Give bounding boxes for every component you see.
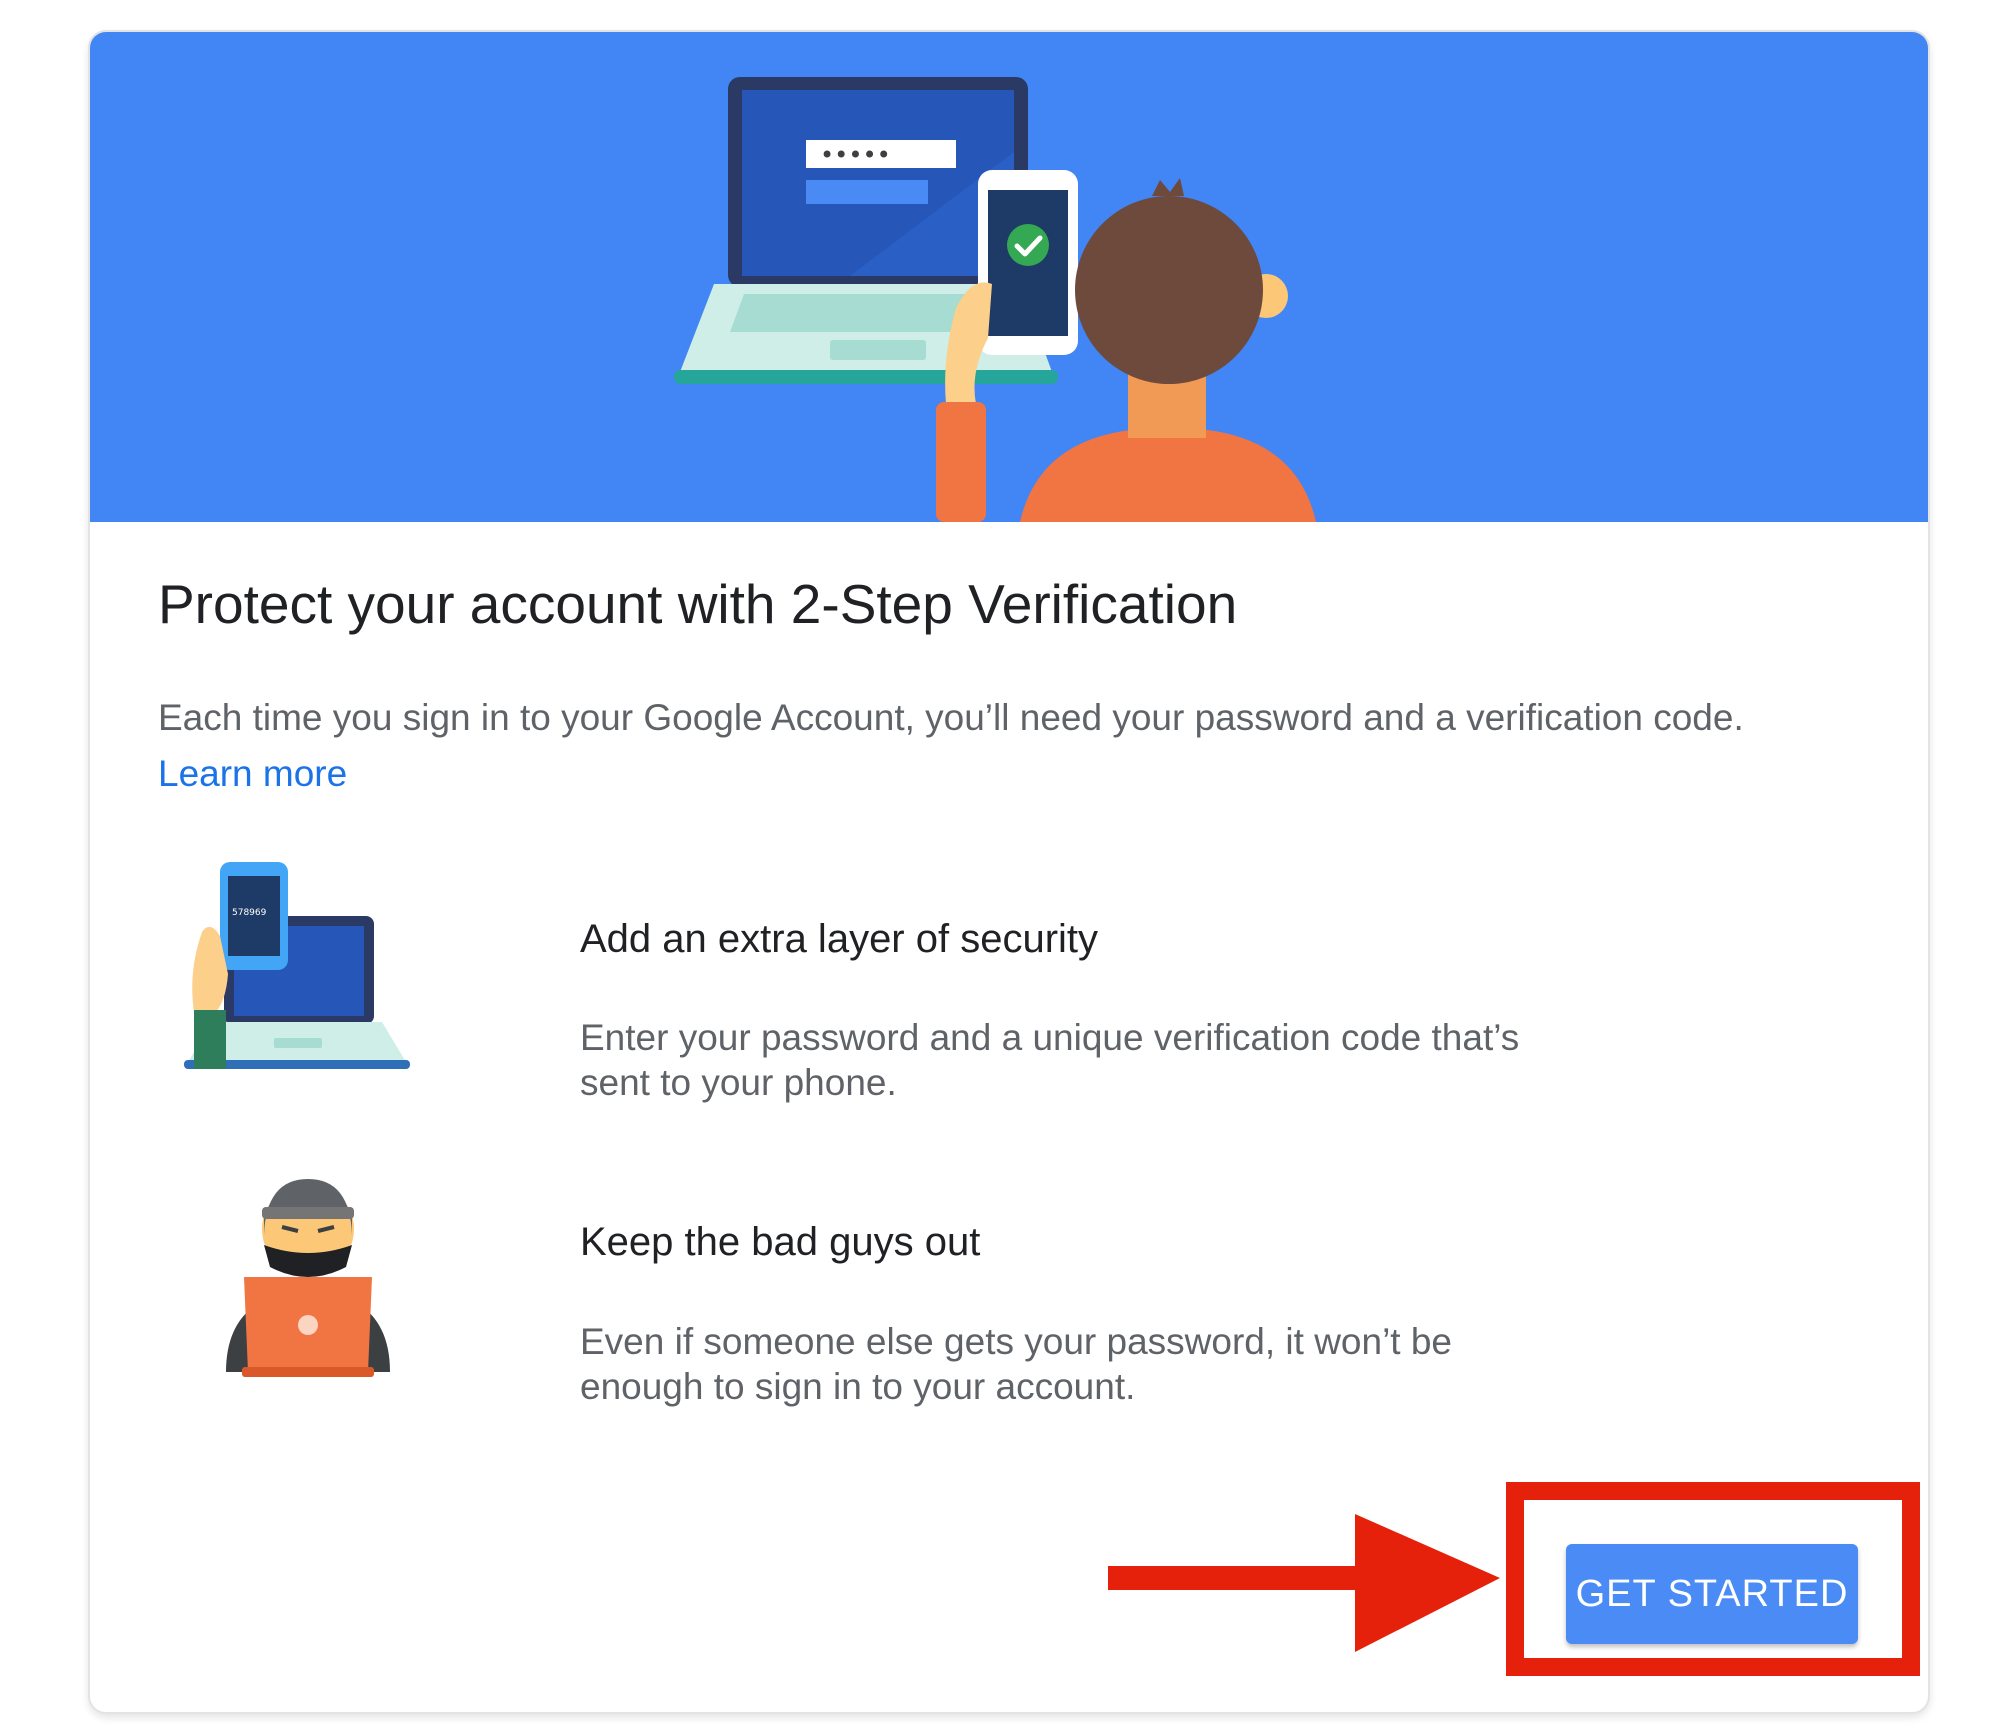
person-torso <box>1020 430 1316 522</box>
phone-laptop-icon: 578969 <box>182 862 412 1082</box>
password-mask: ••••• <box>820 141 891 169</box>
learn-more-link[interactable]: Learn more <box>158 746 347 802</box>
feature-title-security: Add an extra layer of security <box>580 917 1099 961</box>
hero-banner: ••••• <box>90 32 1928 522</box>
description-text: Each time you sign in to your Google Acc… <box>158 697 1744 738</box>
laptop-trackpad <box>830 340 926 360</box>
hacker-icon <box>208 1167 408 1402</box>
page-title: Protect your account with 2-Step Verific… <box>158 573 1238 635</box>
feature-desc-bad-guys: Even if someone else gets your password,… <box>580 1321 1453 1407</box>
verification-card: ••••• Protect your account with 2-Step V… <box>88 30 1930 1714</box>
feature-desc-security: Enter your password and a unique verific… <box>580 1017 1520 1103</box>
feature-title-bad-guys: Keep the bad guys out <box>580 1220 981 1264</box>
person-head <box>1075 196 1263 384</box>
description: Each time you sign in to your Google Acc… <box>158 690 1898 802</box>
get-started-button[interactable]: GET STARTED <box>1566 1544 1858 1644</box>
hero-illustration: ••••• <box>674 77 1316 522</box>
verification-code-text: 578969 <box>232 908 267 918</box>
checkmark-icon <box>1007 224 1049 266</box>
sleeve <box>936 402 986 522</box>
annotation-arrow <box>1108 1514 1500 1652</box>
sign-in-bar <box>806 180 928 204</box>
laptop-base-edge <box>674 370 1058 384</box>
